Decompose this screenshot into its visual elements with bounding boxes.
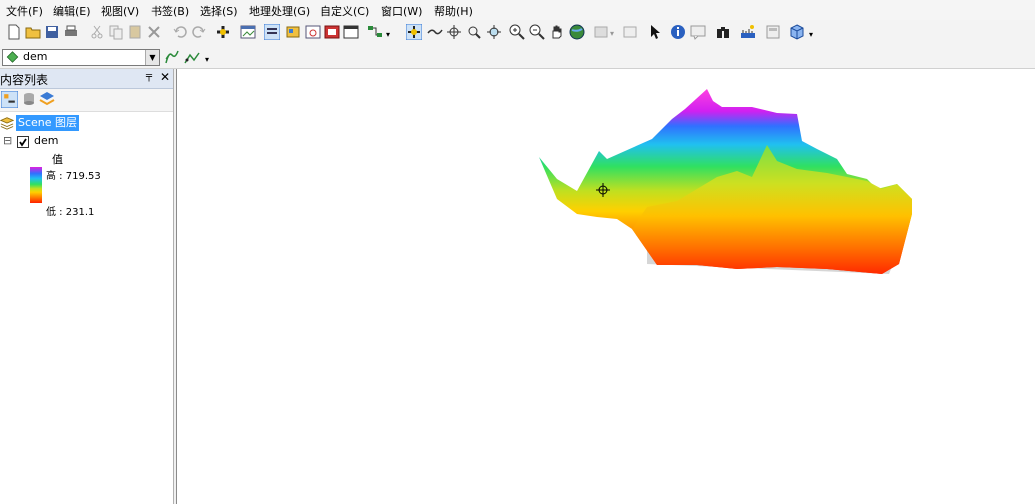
layer-visibility-checkbox[interactable] <box>17 136 29 148</box>
flow-icon[interactable] <box>367 24 383 40</box>
open-icon[interactable] <box>25 24 41 40</box>
paste-icon[interactable] <box>127 24 143 40</box>
menu-selection[interactable]: 选择(S) <box>200 3 238 19</box>
menu-edit[interactable]: 编辑(E) <box>53 3 91 19</box>
navigate-icon[interactable] <box>406 24 422 40</box>
toolbar-overflow-icon[interactable]: ▾ <box>809 30 813 39</box>
measure-icon[interactable] <box>740 24 756 40</box>
layer-dropdown[interactable]: dem ▼ <box>2 49 160 66</box>
print-icon[interactable] <box>63 24 79 40</box>
menu-geoprocessing[interactable]: 地理处理(G) <box>249 3 310 19</box>
menu-customize[interactable]: 自定义(C) <box>320 3 369 19</box>
center-target-icon[interactable] <box>446 24 462 40</box>
collapse-icon[interactable]: ⊟ <box>3 134 12 147</box>
full-extent-icon[interactable] <box>569 24 585 40</box>
pin-icon[interactable]: ╤ <box>146 71 152 82</box>
legend-color-ramp <box>30 167 42 203</box>
select-arrow-icon[interactable] <box>647 24 663 40</box>
layer-name[interactable]: dem <box>34 134 58 147</box>
dropdown-arrow-icon[interactable]: ▾ <box>610 29 614 38</box>
zoom-in-icon[interactable] <box>509 24 525 40</box>
layout-icon[interactable] <box>343 24 359 40</box>
menu-help[interactable]: 帮助(H) <box>434 3 473 19</box>
legend-field: 值 <box>52 153 63 166</box>
scene-layer-label[interactable]: Scene 图层 <box>16 115 80 131</box>
toc-title: 内容列表 <box>0 73 49 87</box>
undo-icon[interactable] <box>172 24 188 40</box>
layer-view-icon[interactable] <box>593 24 609 40</box>
scene-view[interactable] <box>176 69 1035 504</box>
menu-window[interactable]: 窗口(W) <box>381 3 422 19</box>
legend-high-label: 高 : 719.53 <box>46 171 101 182</box>
menu-bookmarks[interactable]: 书签(B) <box>151 3 189 19</box>
find-icon[interactable] <box>715 24 731 40</box>
search-window-icon[interactable] <box>305 24 321 40</box>
identify-icon[interactable] <box>670 24 686 40</box>
new-icon[interactable] <box>6 24 22 40</box>
menu-view[interactable]: 视图(V) <box>101 3 139 19</box>
redo-icon[interactable] <box>191 24 207 40</box>
info-window-icon[interactable] <box>622 24 638 40</box>
toolbar-overflow-icon[interactable]: ▾ <box>386 30 390 39</box>
layer-icon[interactable] <box>765 24 781 40</box>
line-of-sight-icon[interactable] <box>184 49 200 65</box>
dropdown-arrow-icon[interactable]: ▼ <box>145 50 159 65</box>
standard-toolbar: ▾ ▾ ▾ <box>0 20 1035 46</box>
target-observer-icon[interactable] <box>486 24 502 40</box>
menu-file[interactable]: 文件(F) <box>6 3 43 19</box>
window-icon[interactable] <box>240 24 256 40</box>
pan-icon[interactable] <box>549 24 565 40</box>
add-data-icon[interactable] <box>215 24 231 40</box>
list-by-source-icon[interactable] <box>21 91 37 107</box>
list-by-visibility-icon[interactable] <box>39 91 55 107</box>
table-of-contents: 内容列表 ╤ ✕ Scene 图层 ⊟ dem 值 高 : 719.53 低 :… <box>0 69 174 504</box>
3d-analyst-toolbar: dem ▼ ▾ <box>0 46 1035 69</box>
toc-icon[interactable] <box>264 24 280 40</box>
save-icon[interactable] <box>44 24 60 40</box>
fly-icon[interactable] <box>427 24 443 40</box>
check-icon <box>19 138 27 147</box>
delete-icon[interactable] <box>146 24 162 40</box>
list-by-drawing-order-icon[interactable] <box>1 91 18 108</box>
close-icon[interactable]: ✕ <box>160 70 170 84</box>
contour-icon[interactable] <box>164 49 180 65</box>
layer-diamond-icon <box>6 51 19 63</box>
zoom-target-icon[interactable] <box>466 24 482 40</box>
layer-dropdown-value: dem <box>23 50 48 63</box>
copy-icon[interactable] <box>108 24 124 40</box>
dem-3d-surface <box>539 89 912 274</box>
html-popup-icon[interactable] <box>690 24 706 40</box>
layers-stack-icon <box>0 117 14 130</box>
results-icon[interactable] <box>324 24 340 40</box>
scene-properties-icon[interactable] <box>789 24 805 40</box>
legend-low-label: 低 : 231.1 <box>46 207 95 218</box>
toc-tab-bar <box>0 89 173 112</box>
zoom-out-icon[interactable] <box>529 24 545 40</box>
cut-icon[interactable] <box>89 24 105 40</box>
catalog-icon[interactable] <box>285 24 301 40</box>
toc-header: 内容列表 ╤ ✕ <box>0 69 173 89</box>
menu-bar: 文件(F) 编辑(E) 视图(V) 书签(B) 选择(S) 地理处理(G) 自定… <box>0 0 1035 20</box>
toolbar-overflow-icon[interactable]: ▾ <box>205 55 209 64</box>
